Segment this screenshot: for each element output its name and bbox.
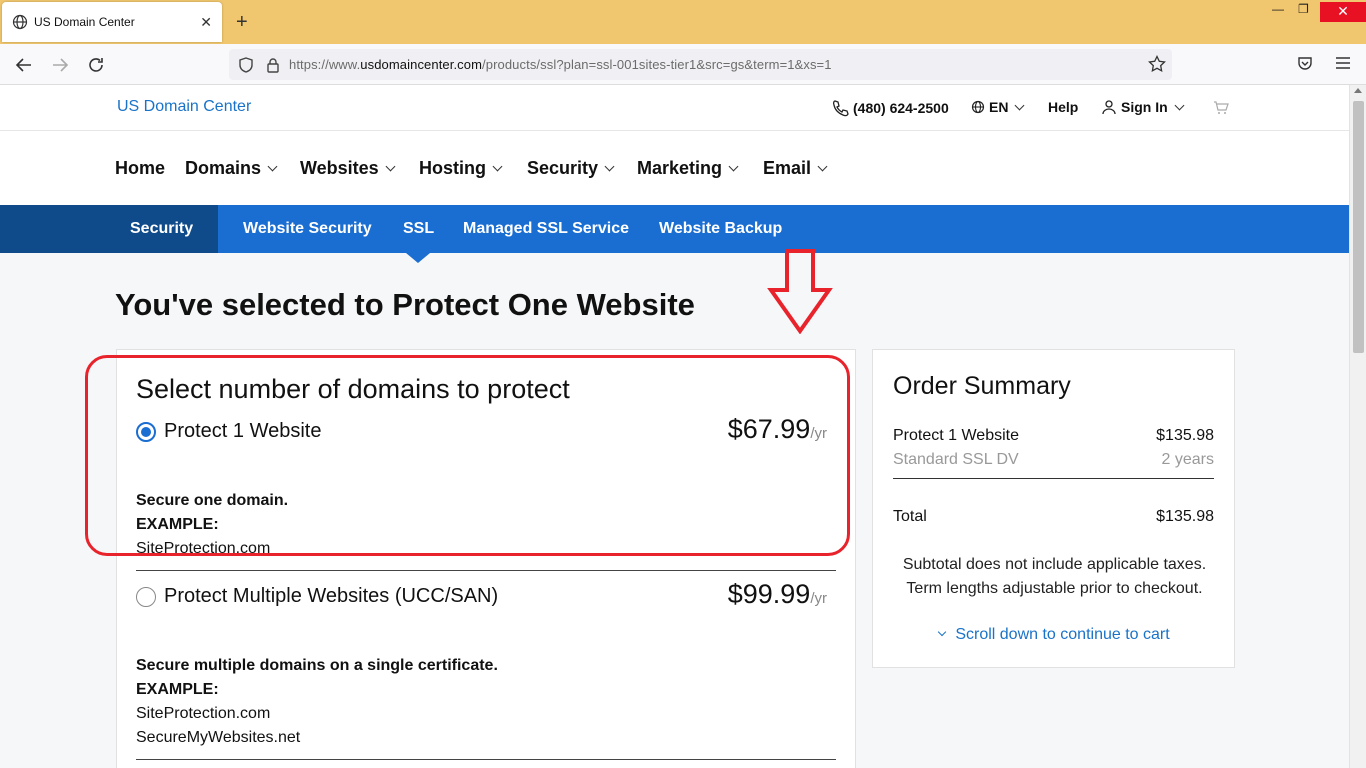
- nav-websites[interactable]: Websites: [300, 158, 396, 179]
- forward-icon[interactable]: [49, 54, 71, 76]
- globe-icon: [971, 100, 985, 114]
- subnav-website-backup[interactable]: Website Backup: [659, 220, 782, 238]
- scroll-to-cart-link[interactable]: Scroll down to continue to cart: [873, 626, 1236, 644]
- close-tab-icon[interactable]: ✕: [200, 14, 212, 31]
- user-icon: [1102, 100, 1116, 115]
- globe-icon: [12, 14, 28, 30]
- annotation-highlight-box: [85, 355, 850, 556]
- nav-security[interactable]: Security: [527, 158, 615, 179]
- shield-icon[interactable]: [237, 56, 255, 74]
- example-value: SiteProtection.com: [136, 705, 271, 722]
- new-tab-button[interactable]: +: [236, 10, 248, 34]
- language-selector[interactable]: EN: [971, 99, 1025, 115]
- sign-in-label: Sign In: [1121, 99, 1168, 115]
- subnav-ssl[interactable]: SSL: [403, 220, 434, 238]
- scrollbar-thumb[interactable]: [1353, 101, 1364, 353]
- summary-title: Order Summary: [893, 372, 1071, 400]
- summary-total-value: $135.98: [1156, 508, 1214, 525]
- pocket-icon[interactable]: [1296, 54, 1314, 72]
- cart-icon[interactable]: [1213, 100, 1229, 116]
- utility-bar: US Domain Center (480) 624-2500 EN Help …: [0, 85, 1349, 131]
- help-label: Help: [1048, 99, 1079, 115]
- subnav-website-security[interactable]: Website Security: [243, 220, 372, 238]
- phone-link[interactable]: (480) 624-2500: [831, 99, 949, 117]
- chevron-down-icon: [604, 161, 615, 172]
- nav-label: Security: [527, 158, 599, 178]
- subnav-security[interactable]: Security: [130, 220, 193, 238]
- main-navigation: Home Domains Websites Hosting Security M…: [0, 131, 1349, 205]
- annotation-arrow-icon: [767, 249, 833, 334]
- summary-item-term: 2 years: [1161, 451, 1214, 468]
- nav-label: Websites: [300, 158, 379, 178]
- summary-item-sub: Standard SSL DV: [893, 451, 1019, 468]
- phone-icon: [832, 100, 849, 117]
- page-viewport: US Domain Center (480) 624-2500 EN Help …: [0, 85, 1349, 768]
- option-divider: [136, 570, 836, 571]
- nav-label: Home: [115, 158, 166, 178]
- chevron-down-icon: [267, 161, 278, 172]
- summary-note-taxes: Subtotal does not include applicable tax…: [902, 556, 1207, 573]
- browser-toolbar: https://www.usdomaincenter.com/products/…: [0, 44, 1366, 85]
- site-logo[interactable]: US Domain Center: [117, 98, 251, 116]
- option-divider: [136, 759, 836, 760]
- address-bar[interactable]: https://www.usdomaincenter.com/products/…: [229, 49, 1172, 80]
- option-description: Secure multiple domains on a single cert…: [136, 657, 498, 674]
- chevron-down-icon: [938, 627, 947, 637]
- nav-label: Hosting: [419, 158, 486, 178]
- url-text: https://www.usdomaincenter.com/products/…: [289, 57, 832, 72]
- nav-label: Domains: [185, 158, 262, 178]
- active-tab-indicator: [406, 253, 430, 263]
- example-label: EXAMPLE:: [136, 681, 219, 698]
- reload-icon[interactable]: [85, 54, 107, 76]
- sub-navigation: Security Website Security SSL Managed SS…: [0, 205, 1349, 263]
- maximize-window-button[interactable]: ❐: [1298, 2, 1309, 22]
- bookmark-star-icon[interactable]: [1148, 55, 1166, 73]
- chevron-down-icon: [492, 161, 503, 172]
- summary-item-price: $135.98: [1156, 427, 1214, 444]
- summary-divider: [893, 478, 1214, 479]
- nav-home[interactable]: Home: [115, 158, 165, 179]
- browser-tab-bar: US Domain Center ✕ + — ❐ ✕: [0, 0, 1366, 44]
- help-link[interactable]: Help: [1048, 99, 1078, 115]
- nav-label: Marketing: [637, 158, 723, 178]
- chevron-down-icon: [728, 161, 739, 172]
- order-summary-card: Order Summary Protect 1 Website $135.98 …: [872, 349, 1235, 668]
- nav-marketing[interactable]: Marketing: [637, 158, 739, 179]
- option-label: Protect Multiple Websites (UCC/SAN): [164, 585, 499, 607]
- nav-label: Email: [763, 158, 812, 178]
- page-scrollbar[interactable]: [1349, 85, 1366, 768]
- summary-item-name: Protect 1 Website: [893, 427, 1019, 444]
- nav-hosting[interactable]: Hosting: [419, 158, 503, 179]
- chevron-down-icon: [817, 161, 828, 172]
- option-price: $99.99/yr: [727, 579, 827, 609]
- radio-protect-multiple[interactable]: [136, 587, 156, 607]
- sign-in-button[interactable]: Sign In: [1101, 99, 1185, 115]
- chevron-down-icon: [385, 161, 396, 172]
- summary-total-label: Total: [893, 508, 927, 525]
- summary-note-terms: Term lengths adjustable prior to checkou…: [906, 580, 1203, 597]
- chevron-down-icon: [1015, 100, 1025, 110]
- chevron-down-icon: [1174, 100, 1185, 110]
- subnav-managed-ssl[interactable]: Managed SSL Service: [463, 220, 629, 238]
- close-window-button[interactable]: ✕: [1320, 2, 1366, 22]
- scroll-up-icon[interactable]: [1354, 88, 1362, 93]
- back-icon[interactable]: [13, 54, 35, 76]
- minimize-window-button[interactable]: —: [1272, 2, 1284, 22]
- language-label: EN: [989, 99, 1009, 115]
- example-value: SecureMyWebsites.net: [136, 729, 301, 746]
- nav-email[interactable]: Email: [763, 158, 828, 179]
- summary-item-row: Protect 1 Website $135.98: [893, 427, 1214, 445]
- lock-icon[interactable]: [265, 57, 281, 73]
- tab-title: US Domain Center: [34, 15, 135, 29]
- page-title: You've selected to Protect One Website: [115, 287, 695, 322]
- summary-total-row: Total $135.98: [893, 508, 1214, 526]
- browser-tab[interactable]: US Domain Center ✕: [2, 2, 222, 42]
- hamburger-menu-icon[interactable]: [1334, 54, 1352, 72]
- summary-item-detail-row: Standard SSL DV 2 years: [893, 451, 1214, 469]
- nav-domains[interactable]: Domains: [185, 158, 278, 179]
- scroll-link-label: Scroll down to continue to cart: [955, 626, 1170, 643]
- phone-number: (480) 624-2500: [853, 100, 949, 116]
